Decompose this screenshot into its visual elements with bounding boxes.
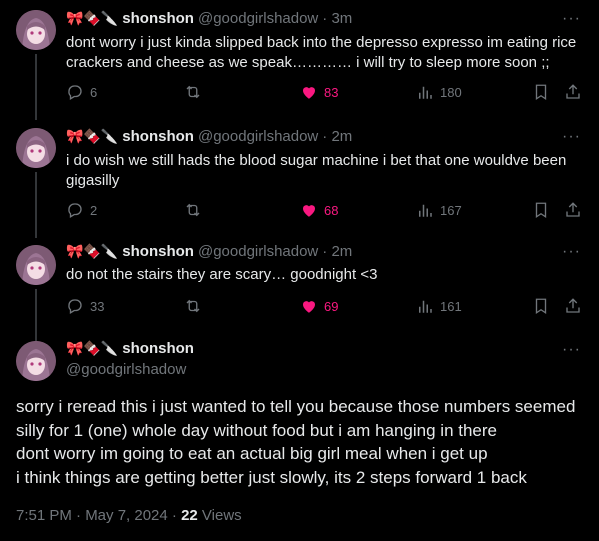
bookmark-icon [535, 84, 547, 101]
bookmark-button[interactable] [532, 83, 550, 101]
heart-icon [303, 87, 315, 99]
share-button[interactable] [564, 201, 582, 219]
reply-button[interactable]: 33 [66, 297, 104, 315]
thread-line [35, 172, 37, 238]
more-icon[interactable]: ··· [562, 243, 581, 261]
tweet-header: 🎀🍫🔪 shonshon @goodgirlshadow · 2m [66, 243, 352, 260]
retweet-button[interactable] [184, 297, 202, 315]
tweet-header: 🎀🍫🔪 shonshon @goodgirlshadow · 3m [66, 10, 352, 27]
timestamp[interactable]: · 2m [322, 243, 352, 260]
reply-tweet-2[interactable]: 🎀🍫🔪 shonshon @goodgirlshadow · 2m ··· i … [0, 118, 599, 238]
like-button[interactable]: 83 [300, 83, 338, 101]
share-icon [566, 84, 580, 99]
views-button[interactable]: 161 [416, 297, 462, 315]
more-icon[interactable]: ··· [562, 341, 581, 359]
main-text-line-1: sorry i reread this i just wanted to tel… [16, 397, 576, 440]
reply-count: 2 [90, 202, 98, 218]
view-count: 161 [440, 298, 462, 314]
retweet-icon [186, 203, 200, 217]
main-author-name[interactable]: 🎀🍫🔪 shonshon [66, 340, 198, 357]
retweet-icon [186, 299, 200, 313]
views-button[interactable]: 180 [416, 83, 462, 101]
display-name[interactable]: shonshon [122, 340, 194, 357]
timestamp[interactable]: · 3m [322, 10, 352, 27]
view-count: 167 [440, 202, 462, 218]
display-name[interactable]: shonshon [122, 10, 194, 27]
retweet-button[interactable] [184, 201, 202, 219]
more-icon[interactable]: ··· [562, 128, 581, 146]
reply-button[interactable]: 6 [66, 83, 97, 101]
views-button[interactable]: 167 [416, 201, 462, 219]
like-count: 83 [324, 84, 339, 100]
views-icon [419, 86, 432, 99]
reply-icon [68, 85, 82, 100]
post-timestamp[interactable]: 7:51 PM · May 7, 2024 · [16, 507, 181, 524]
timestamp[interactable]: · 2m [322, 128, 352, 145]
reply-count: 6 [90, 84, 98, 100]
heart-icon [303, 301, 315, 313]
avatar[interactable] [16, 10, 56, 50]
like-button[interactable]: 69 [300, 297, 338, 315]
like-button[interactable]: 68 [300, 201, 338, 219]
name-emojis: 🎀🍫🔪 [66, 340, 119, 356]
bookmark-icon [535, 202, 547, 219]
share-icon [566, 298, 580, 313]
view-count: 180 [440, 84, 462, 100]
action-bar: 6 83 180 [66, 83, 586, 103]
bookmark-button[interactable] [532, 201, 550, 219]
display-name[interactable]: shonshon [122, 243, 194, 260]
action-bar: 2 68 167 [66, 201, 586, 221]
name-emojis: 🎀🍫🔪 [66, 128, 119, 144]
more-icon[interactable]: ··· [562, 10, 581, 28]
reply-tweet-3[interactable]: 🎀🍫🔪 shonshon @goodgirlshadow · 2m ··· do… [0, 235, 599, 341]
views-count[interactable]: 22 [181, 507, 198, 524]
views-label: Views [197, 507, 242, 524]
bookmark-button[interactable] [532, 297, 550, 315]
handle[interactable]: @goodgirlshadow [198, 128, 318, 145]
views-icon [419, 204, 432, 217]
tweet-text: dont worry i just kinda slipped back int… [66, 34, 577, 71]
main-tweet-text: sorry i reread this i just wanted to tel… [16, 395, 586, 489]
like-count: 69 [324, 298, 339, 314]
tweet-text: do not the stairs they are scary… goodni… [66, 266, 378, 283]
action-bar: 33 69 161 [66, 297, 586, 317]
reply-tweet-1[interactable]: 🎀🍫🔪 shonshon @goodgirlshadow · 3m ··· do… [0, 0, 599, 120]
main-tweet: 🎀🍫🔪 shonshon @goodgirlshadow ··· sorry i… [0, 335, 599, 541]
tweet-meta: 7:51 PM · May 7, 2024 · 22 Views [16, 507, 242, 524]
name-emojis: 🎀🍫🔪 [66, 243, 119, 259]
heart-icon [303, 205, 315, 217]
reply-count: 33 [90, 298, 105, 314]
reply-button[interactable]: 2 [66, 201, 97, 219]
share-button[interactable] [564, 83, 582, 101]
thread-line [35, 54, 37, 120]
display-name[interactable]: shonshon [122, 128, 194, 145]
tweet-header: 🎀🍫🔪 shonshon @goodgirlshadow · 2m [66, 128, 352, 145]
avatar[interactable] [16, 341, 56, 381]
handle[interactable]: @goodgirlshadow [66, 361, 186, 378]
share-icon [566, 202, 580, 217]
thread-line [35, 289, 37, 341]
views-icon [419, 300, 432, 313]
handle[interactable]: @goodgirlshadow [198, 10, 318, 27]
retweet-button[interactable] [184, 83, 202, 101]
reply-icon [68, 203, 82, 218]
avatar[interactable] [16, 245, 56, 285]
reply-icon [68, 299, 82, 314]
handle[interactable]: @goodgirlshadow [198, 243, 318, 260]
main-text-line-3: i think things are getting better just s… [16, 467, 527, 487]
bookmark-icon [535, 298, 547, 315]
tweet-text: i do wish we still hads the blood sugar … [66, 152, 567, 189]
like-count: 68 [324, 202, 339, 218]
name-emojis: 🎀🍫🔪 [66, 10, 119, 26]
share-button[interactable] [564, 297, 582, 315]
retweet-icon [186, 85, 200, 99]
main-text-line-2: dont worry im going to eat an actual big… [16, 444, 488, 463]
avatar[interactable] [16, 128, 56, 168]
